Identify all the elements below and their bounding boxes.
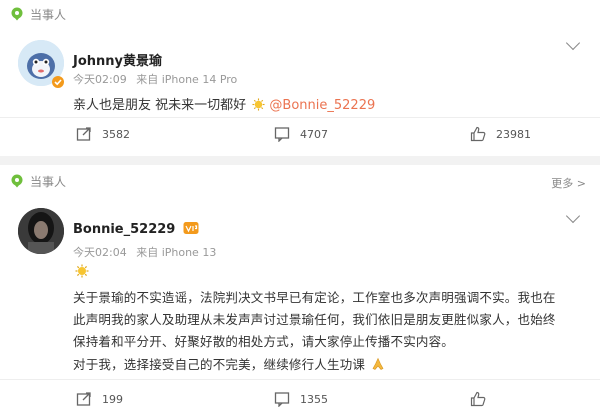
post-text-line: 对于我，选择接受自己的不完美，继续修行人生功课 — [73, 354, 385, 373]
folded-hands-emoji-icon — [372, 357, 384, 370]
post-text-line: 此声明我的家人及助理从未发声声讨过景瑜任何，我们依旧是朋友更胜似家人，也始终 — [73, 312, 556, 327]
post-text-line: 保持着和平分开、好聚好散的相处方式，请大家停止传播不实内容。 — [73, 334, 455, 349]
post-meta: 今天02:04 来自 iPhone 13 — [73, 244, 216, 260]
post-card-bonnie: 当事人 更多 > Bonnie_52229 今天02:04 来自 iPhone … — [0, 165, 600, 417]
author-name-text[interactable]: Bonnie_52229 — [73, 222, 175, 237]
repost-button[interactable]: 199 — [76, 391, 123, 407]
repost-button[interactable]: 3582 — [76, 126, 130, 142]
verified-badge-icon — [52, 76, 64, 88]
divider — [0, 379, 600, 380]
post-meta: 今天02:09 来自 iPhone 14 Pro — [73, 71, 237, 87]
repost-icon — [76, 127, 91, 141]
comment-icon — [274, 392, 290, 407]
post-time: 今天02:09 — [73, 73, 127, 86]
comment-count: 1355 — [300, 392, 328, 406]
post-text: 亲人也是朋友 祝未来一切都好 @Bonnie_52229 — [73, 94, 375, 113]
section-header: 当事人 — [10, 4, 66, 24]
comment-icon — [274, 127, 290, 142]
chevron-down-icon[interactable] — [565, 35, 581, 51]
post-source: 来自 iPhone 14 Pro — [136, 73, 238, 86]
section-label: 当事人 — [30, 7, 67, 22]
section-header: 当事人 — [10, 171, 66, 191]
post-source: 来自 iPhone 13 — [136, 246, 217, 259]
author-name[interactable]: Johnny黄景瑜 — [73, 50, 162, 69]
post-text-line: 关于景瑜的不实造谣，法院判决文书早已有定论，工作室也多次声明强调不实。我也在 — [73, 290, 556, 305]
vip-badge-icon — [183, 222, 199, 234]
post-text-content: 对于我，选择接受自己的不完美，继续修行人生功课 — [73, 357, 366, 372]
more-link[interactable]: 更多 > — [551, 175, 586, 191]
post-text-content: 亲人也是朋友 祝未来一切都好 — [73, 98, 247, 113]
section-label: 当事人 — [30, 174, 67, 189]
chevron-down-icon[interactable] — [565, 208, 581, 224]
divider — [0, 117, 600, 118]
repost-count: 199 — [102, 392, 123, 406]
sun-emoji-icon — [252, 98, 265, 111]
post-time: 今天02:04 — [73, 246, 127, 259]
comment-button[interactable]: 1355 — [274, 391, 328, 407]
location-pin-icon — [11, 7, 23, 21]
repost-icon — [76, 392, 91, 406]
like-icon — [470, 126, 486, 142]
avatar[interactable] — [18, 208, 64, 254]
author-name: Bonnie_52229 — [73, 221, 199, 237]
mention-link[interactable]: @Bonnie_52229 — [269, 98, 375, 113]
like-icon — [470, 391, 486, 407]
location-pin-icon — [11, 174, 23, 188]
post-card-johnny: 当事人 Johnny黄景瑜 今天02:09 来自 iPhone 14 Pro 亲… — [0, 0, 600, 156]
comment-count: 4707 — [300, 127, 328, 141]
comment-button[interactable]: 4707 — [274, 126, 328, 142]
repost-count: 3582 — [102, 127, 130, 141]
like-button[interactable] — [470, 391, 496, 407]
like-count: 23981 — [496, 127, 531, 141]
sun-emoji-icon — [75, 264, 89, 278]
like-button[interactable]: 23981 — [470, 126, 531, 142]
